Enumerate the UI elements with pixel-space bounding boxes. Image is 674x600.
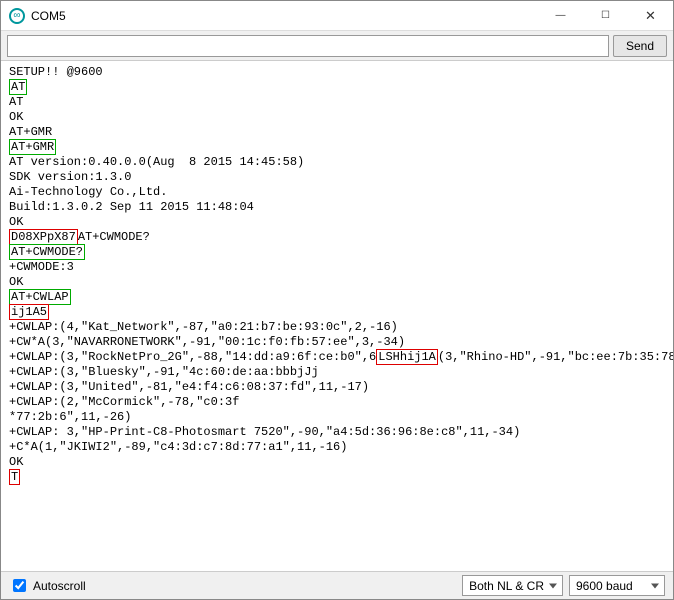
terminal-line: D08XPpX87AT+CWMODE? — [9, 230, 665, 245]
send-button[interactable]: Send — [613, 35, 667, 57]
terminal-line: AT+CWMODE? — [9, 245, 665, 260]
terminal-line: SDK version:1.3.0 — [9, 170, 665, 185]
command-input[interactable] — [7, 35, 609, 57]
terminal-line: +CWLAP:(3,"RockNetPro_2G",-88,"14:dd:a9:… — [9, 350, 665, 365]
baud-rate-select[interactable]: 9600 baud — [569, 575, 665, 596]
line-ending-select[interactable]: Both NL & CR — [462, 575, 563, 596]
minimize-button[interactable]: — — [538, 1, 583, 30]
terminal-line: OK — [9, 275, 665, 290]
autoscroll-checkbox[interactable] — [13, 579, 26, 592]
line-ending-value: Both NL & CR — [469, 579, 544, 593]
terminal-line: +CWMODE:3 — [9, 260, 665, 275]
terminal-line: AT+GMR — [9, 125, 665, 140]
close-button[interactable]: ✕ — [628, 1, 673, 30]
terminal-line: +C*A(1,"JKIWI2",-89,"c4:3d:c7:8d:77:a1",… — [9, 440, 665, 455]
arduino-icon — [9, 8, 25, 24]
terminal-line: OK — [9, 110, 665, 125]
autoscroll-label: Autoscroll — [33, 579, 86, 593]
terminal-line: *77:2b:6",11,-26) — [9, 410, 665, 425]
toolbar: Send — [1, 31, 673, 61]
terminal-line: Ai-Technology Co.,Ltd. — [9, 185, 665, 200]
bottombar: Autoscroll Both NL & CR 9600 baud — [1, 571, 673, 599]
terminal-line: +CWLAP: 3,"HP-Print-C8-Photosmart 7520",… — [9, 425, 665, 440]
terminal-line: OK — [9, 215, 665, 230]
terminal-line: AT+CWLAP — [9, 290, 665, 305]
terminal-line: AT version:0.40.0.0(Aug 8 2015 14:45:58) — [9, 155, 665, 170]
terminal-line: +CW*A(3,"NAVARRONETWORK",-91,"00:1c:f0:f… — [9, 335, 665, 350]
terminal-line: ij1A5 — [9, 305, 665, 320]
window-title: COM5 — [31, 9, 66, 23]
terminal-line: AT — [9, 80, 665, 95]
autoscroll-toggle[interactable]: Autoscroll — [9, 576, 86, 595]
serial-output[interactable]: SETUP!! @9600ATATOKAT+GMRAT+GMRAT versio… — [1, 61, 673, 571]
terminal-line: +CWLAP:(3,"Bluesky",-91,"4c:60:de:aa:bbb… — [9, 365, 665, 380]
terminal-line: +CWLAP:(4,"Kat_Network",-87,"a0:21:b7:be… — [9, 320, 665, 335]
titlebar: COM5 — ☐ ✕ — [1, 1, 673, 31]
terminal-line: OK — [9, 455, 665, 470]
terminal-line: AT — [9, 95, 665, 110]
baud-rate-value: 9600 baud — [576, 579, 633, 593]
terminal-line: +CWLAP:(3,"United",-81,"e4:f4:c6:08:37:f… — [9, 380, 665, 395]
terminal-line: Build:1.3.0.2 Sep 11 2015 11:48:04 — [9, 200, 665, 215]
terminal-line: SETUP!! @9600 — [9, 65, 665, 80]
terminal-line: +CWLAP:(2,"McCormick",-78,"c0:3f — [9, 395, 665, 410]
terminal-line: T — [9, 470, 665, 485]
maximize-button[interactable]: ☐ — [583, 1, 628, 30]
window-controls: — ☐ ✕ — [538, 1, 673, 30]
terminal-line: AT+GMR — [9, 140, 665, 155]
